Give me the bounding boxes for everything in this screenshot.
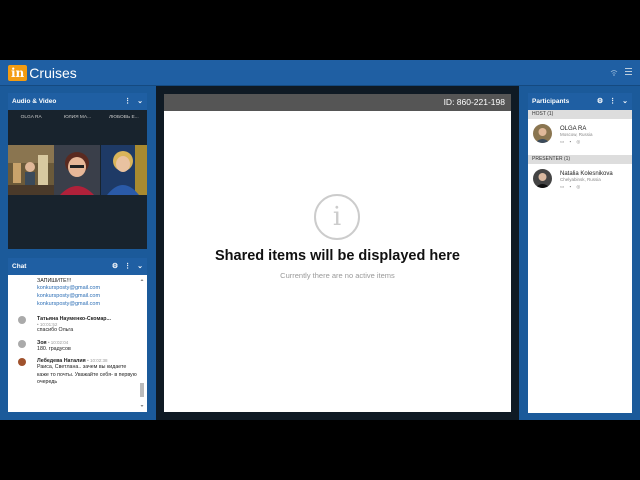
chat-message: Зоя • 10:02:04 180. градусов [18, 339, 137, 354]
info-icon: i [314, 194, 360, 240]
chat-link[interactable]: konkursposty@gmail.com [37, 284, 137, 292]
video-feed-olga[interactable] [8, 145, 54, 195]
participant-presenter[interactable]: Natalia Kolesnikova Chelyabinsk, Russia … [528, 164, 632, 200]
avatar [533, 169, 552, 188]
chat-text: 180. градусов [37, 345, 71, 352]
audio-video-header: Audio & Video ⋮ ⌄ [8, 93, 147, 110]
participant-host[interactable]: OLGA RA Moscow, Russia ▭ ▪ ◎ [528, 119, 632, 155]
meeting-id-bar: ID: 860-221-198 [164, 94, 511, 111]
video-names: OLGA RA ЮЛИЯ МА... ЛЮБОВЬ Е... [8, 110, 147, 124]
video-name: OLGA RA [20, 114, 42, 120]
shared-title: Shared items will be displayed here [215, 248, 460, 264]
avatar [18, 358, 26, 366]
logo: in Cruises [8, 64, 77, 82]
video-feed-lyubov[interactable] [100, 145, 147, 195]
host-section: HOST (1) [528, 110, 632, 119]
chat-panel: Chat ⚙ ⋮ ⌄ ЗАПИШИТЕ!!! konkursposty@gmai… [8, 258, 147, 412]
logo-text: Cruises [29, 65, 77, 81]
shared-subtitle: Currently there are no active items [280, 271, 395, 280]
app-window: in Cruises Audio & Video ⋮ ⌄ OLGA RA ЮЛИ… [0, 60, 640, 420]
wifi-icon [610, 70, 618, 76]
gear-icon[interactable]: ⚙ [112, 258, 118, 275]
top-bar: in Cruises [0, 60, 640, 86]
chat-messages: ЗАПИШИТЕ!!! konkursposty@gmail.com konku… [8, 275, 147, 412]
audio-video-title: Audio & Video [12, 98, 57, 105]
chevron-down-icon[interactable]: ⌄ [622, 93, 628, 110]
audio-video-panel: Audio & Video ⋮ ⌄ OLGA RA ЮЛИЯ МА... ЛЮБ… [8, 93, 147, 249]
video-feed-yulia[interactable] [54, 145, 101, 195]
meeting-id: ID: 860-221-198 [443, 97, 505, 107]
shared-items-pane: ID: 860-221-198 i Shared items will be d… [164, 94, 511, 412]
more-icon[interactable]: ⋮ [124, 93, 131, 110]
logo-in: in [8, 65, 28, 81]
chat-author: Зоя [37, 339, 47, 346]
chat-text: спасибо Ольга [37, 327, 74, 333]
participant-location: Chelyabinsk, Russia [560, 177, 601, 182]
shared-area: ID: 860-221-198 i Shared items will be d… [156, 86, 519, 420]
user-avatar-icon [18, 316, 26, 324]
device-icons: ▭ ▪ ◎ [560, 184, 583, 189]
chevron-down-icon[interactable]: ⌄ [137, 258, 143, 275]
menu-icon[interactable] [625, 68, 632, 77]
device-icons: ▭ ▪ ◎ [560, 139, 583, 144]
chat-link[interactable]: konkursposty@gmail.com [37, 300, 137, 308]
user-avatar-icon [18, 339, 26, 348]
video-strip [8, 145, 147, 195]
participants-panel: Participants ⚙ ⋮ ⌄ HOST (1) OLGA RA Mosc… [528, 93, 632, 413]
chat-time: • 10:02:38 [87, 358, 108, 363]
chat-header: Chat ⚙ ⋮ ⌄ [8, 258, 147, 275]
gear-icon[interactable]: ⚙ [597, 93, 603, 110]
presenter-section: PRESENTER (1) [528, 155, 632, 164]
participants-header: Participants ⚙ ⋮ ⌄ [528, 93, 632, 110]
avatar [533, 124, 552, 143]
chat-message: Лебедева Наталия • 10:02:38 Раиса, Светл… [18, 358, 137, 387]
chat-message: Татьяна Науменко-Скомар... • 10:01:52 сп… [18, 316, 137, 335]
more-icon[interactable]: ⋮ [124, 258, 131, 275]
participant-location: Moscow, Russia [560, 132, 593, 137]
more-icon[interactable]: ⋮ [609, 93, 616, 110]
chat-title: Chat [12, 263, 27, 270]
chevron-down-icon[interactable]: ⌄ [137, 93, 143, 110]
chat-text: Раиса, Светлана.. зачем вы кидаете каже … [37, 364, 137, 385]
participants-title: Participants [532, 98, 570, 105]
video-name: ЮЛИЯ МА... [63, 114, 92, 120]
chat-time: • 10:02:04 [47, 339, 69, 345]
video-name: ЛЮБОВЬ Е... [108, 114, 139, 120]
chat-scroll-thumb[interactable] [140, 383, 144, 397]
chat-link[interactable]: konkursposty@gmail.com [37, 292, 137, 300]
